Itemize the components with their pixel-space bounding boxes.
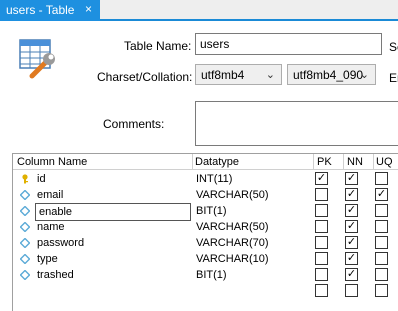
pk-checkbox[interactable]: ✓ (315, 172, 328, 185)
table-wrench-icon (19, 39, 55, 79)
column-name-cell[interactable]: password (37, 235, 84, 251)
nn-checkbox[interactable]: ✓ (345, 188, 358, 201)
nn-checkbox[interactable]: ✓ (345, 204, 358, 217)
datatype-cell[interactable]: VARCHAR(50) (196, 219, 269, 235)
pk-checkbox[interactable] (315, 220, 328, 233)
nn-checkbox[interactable]: ✓ (345, 236, 358, 249)
datatype-cell[interactable]: BIT(1) (196, 203, 227, 219)
tab-users-table[interactable]: users - Table × (0, 0, 100, 21)
collation-value: utf8mb4_090 (293, 68, 364, 82)
table-name-label: Table Name: (124, 39, 192, 53)
collation-select[interactable]: utf8mb4_090 ⌄ (287, 64, 376, 85)
comments-label: Comments: (103, 117, 165, 131)
table-row[interactable]: type VARCHAR(10) ✓ (13, 251, 398, 267)
datatype-cell[interactable]: INT(11) (196, 171, 232, 187)
engine-label: Er (389, 71, 398, 85)
diamond-icon (20, 222, 30, 232)
table-row[interactable] (13, 283, 398, 299)
datatype-cell[interactable]: VARCHAR(70) (196, 235, 269, 251)
column-name-cell[interactable]: name (37, 219, 65, 235)
header-nn[interactable]: NN (344, 154, 374, 170)
chevron-down-icon: ⌄ (359, 69, 369, 81)
datatype-cell[interactable]: BIT(1) (196, 267, 227, 283)
uq-checkbox[interactable] (375, 236, 388, 249)
column-name-cell[interactable]: type (37, 251, 58, 267)
column-name-cell[interactable]: id (37, 171, 46, 187)
tab-title: users - Table (6, 3, 75, 17)
diamond-icon (20, 190, 30, 200)
nn-checkbox[interactable] (345, 284, 358, 297)
datatype-cell[interactable]: VARCHAR(50) (196, 187, 269, 203)
nn-checkbox[interactable]: ✓ (345, 172, 358, 185)
table-row[interactable]: enable BIT(1) ✓ (13, 203, 398, 221)
header-pk[interactable]: PK (314, 154, 344, 170)
pk-checkbox[interactable] (315, 284, 328, 297)
pk-checkbox[interactable] (315, 236, 328, 249)
nn-checkbox[interactable]: ✓ (345, 220, 358, 233)
uq-checkbox[interactable] (375, 220, 388, 233)
chevron-down-icon: ⌄ (265, 69, 275, 81)
table-row[interactable]: id INT(11) ✓ ✓ (13, 171, 398, 187)
column-name-cell[interactable]: email (37, 187, 63, 203)
table-row[interactable]: trashed BIT(1) ✓ (13, 267, 398, 283)
charset-label: Charset/Collation: (97, 70, 193, 84)
table-row[interactable]: email VARCHAR(50) ✓ ✓ (13, 187, 398, 203)
charset-value: utf8mb4 (201, 68, 245, 82)
header-datatype[interactable]: Datatype (193, 154, 314, 170)
diamond-icon (20, 254, 30, 264)
table-row[interactable]: password VARCHAR(70) ✓ (13, 235, 398, 251)
header-column-name[interactable]: Column Name (13, 154, 193, 170)
nn-checkbox[interactable]: ✓ (345, 268, 358, 281)
header-uq[interactable]: UQ (374, 154, 398, 170)
comments-textarea[interactable] (195, 101, 398, 146)
pk-checkbox[interactable] (315, 204, 328, 217)
schema-label: Sc (389, 40, 398, 54)
uq-checkbox[interactable] (375, 252, 388, 265)
pk-checkbox[interactable] (315, 268, 328, 281)
pk-checkbox[interactable] (315, 252, 328, 265)
uq-checkbox[interactable] (375, 172, 388, 185)
column-name-cell[interactable]: trashed (37, 267, 74, 283)
columns-grid[interactable]: Column Name Datatype PK NN UQ id INT(11) ✓… (12, 153, 398, 311)
diamond-icon (20, 270, 30, 280)
table-row[interactable]: name VARCHAR(50) ✓ (13, 219, 398, 235)
diamond-icon (20, 238, 30, 248)
pk-checkbox[interactable] (315, 188, 328, 201)
key-icon (22, 174, 28, 184)
uq-checkbox[interactable]: ✓ (375, 188, 388, 201)
datatype-cell[interactable]: VARCHAR(10) (196, 251, 269, 267)
uq-checkbox[interactable] (375, 204, 388, 217)
uq-checkbox[interactable] (375, 268, 388, 281)
table-name-input[interactable]: users (195, 33, 382, 55)
charset-select[interactable]: utf8mb4 ⌄ (195, 64, 282, 85)
diamond-icon (20, 206, 30, 216)
close-icon[interactable]: × (85, 2, 92, 16)
nn-checkbox[interactable]: ✓ (345, 252, 358, 265)
uq-checkbox[interactable] (375, 284, 388, 297)
tab-strip: users - Table × (0, 0, 398, 21)
